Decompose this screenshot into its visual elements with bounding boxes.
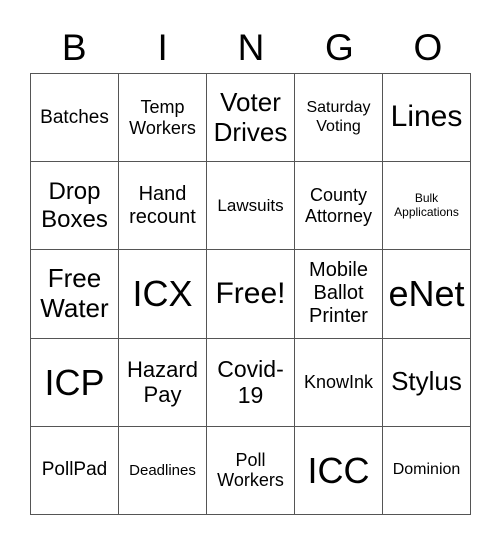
bingo-cell: Hand recount <box>119 162 207 251</box>
bingo-cell: Hazard Pay <box>119 338 207 427</box>
bingo-cell: KnowInk <box>295 338 383 427</box>
free-space-cell: Free! <box>207 250 295 339</box>
bingo-cell: County Attorney <box>295 162 383 251</box>
bingo-cell: Bulk Applications <box>383 162 471 251</box>
bingo-cell: Deadlines <box>119 426 207 515</box>
bingo-cell: Lawsuits <box>207 162 295 251</box>
header-letter-n: N <box>237 27 265 68</box>
header-letter-g: G <box>325 27 354 68</box>
bingo-cell: Drop Boxes <box>31 162 119 251</box>
bingo-cell: Voter Drives <box>207 74 295 163</box>
bingo-cell: Mobile Ballot Printer <box>295 250 383 339</box>
header-letter-b: B <box>61 27 87 68</box>
bingo-cell: Lines <box>383 74 471 163</box>
bingo-cell: Covid-19 <box>207 338 295 427</box>
bingo-cell: eNet <box>383 250 471 339</box>
bingo-cell: Stylus <box>383 338 471 427</box>
bingo-cell: Poll Workers <box>207 426 295 515</box>
bingo-cell: PollPad <box>31 426 119 515</box>
bingo-cell: Batches <box>31 74 119 163</box>
bingo-grid: Batches Temp Workers Voter Drives Saturd… <box>30 73 471 515</box>
bingo-cell: Temp Workers <box>119 74 207 163</box>
bingo-cell: Free Water <box>31 250 119 339</box>
bingo-cell: ICX <box>119 250 207 339</box>
header-letter-i: I <box>157 27 168 68</box>
bingo-cell: Saturday Voting <box>295 74 383 163</box>
header-letter-o: O <box>413 27 443 68</box>
bingo-cell: ICC <box>295 426 383 515</box>
bingo-header: B I N G O <box>30 26 472 70</box>
bingo-cell: ICP <box>31 338 119 427</box>
bingo-cell: Dominion <box>383 426 471 515</box>
